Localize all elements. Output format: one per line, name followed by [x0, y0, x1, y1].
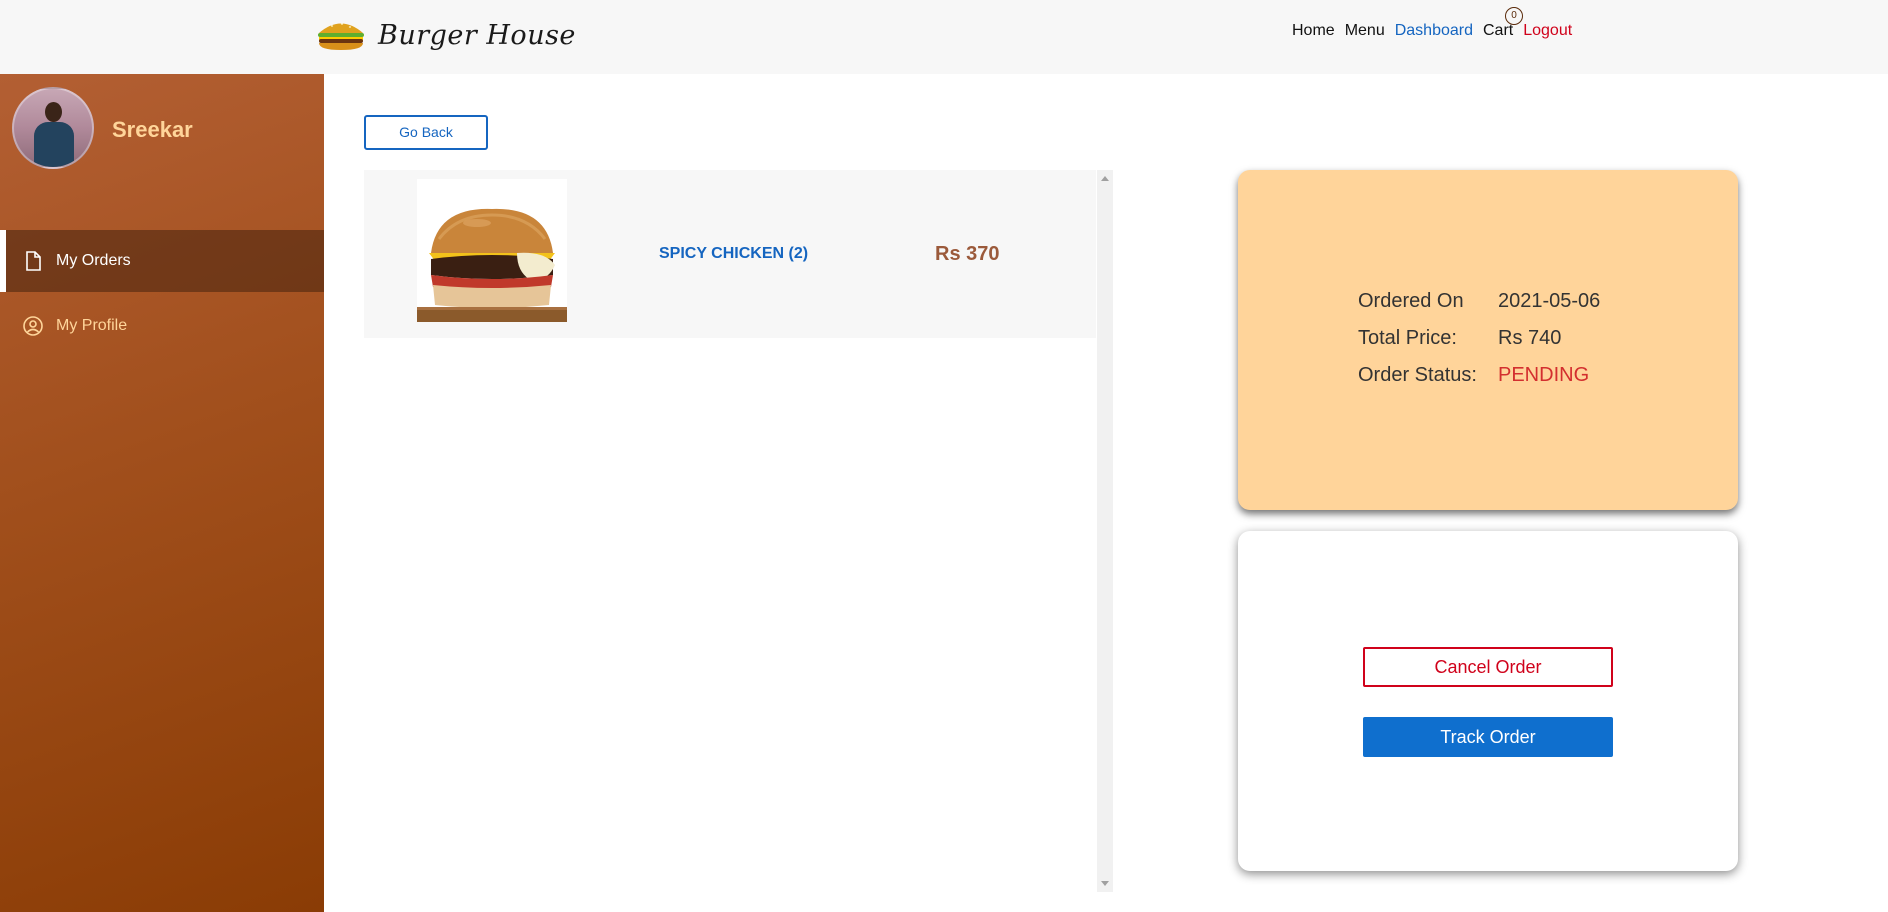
- total-price-value: Rs 740: [1498, 327, 1562, 349]
- user-circle-icon: [22, 315, 44, 337]
- nav-home[interactable]: Home: [1292, 22, 1335, 40]
- cart-count-badge: 0: [1505, 7, 1523, 25]
- cancel-order-button[interactable]: Cancel Order: [1363, 647, 1613, 687]
- ordered-on-value: 2021-05-06: [1498, 290, 1601, 312]
- nav-logout[interactable]: Logout: [1523, 22, 1572, 40]
- order-status-value: PENDING: [1498, 364, 1590, 386]
- nav-dashboard[interactable]: Dashboard: [1395, 22, 1473, 40]
- sidebar-item-label: My Profile: [56, 317, 128, 334]
- ordered-on-row: Ordered On 2021-05-06: [1358, 290, 1600, 313]
- sidebar: Sreekar My Orders My Profile: [0, 74, 324, 912]
- total-price-row: Total Price: Rs 740: [1358, 327, 1561, 350]
- order-items-panel: SPICY CHICKEN (2) Rs 370: [364, 170, 1113, 892]
- burger-image: [417, 179, 567, 322]
- sidebar-item-label: My Orders: [56, 252, 131, 269]
- ordered-on-label: Ordered On: [1358, 290, 1464, 312]
- nav-cart[interactable]: Cart 0: [1483, 7, 1523, 40]
- main-nav: Home Menu Dashboard Cart 0 Logout: [1292, 7, 1572, 40]
- order-status-label: Order Status:: [1358, 364, 1477, 386]
- nav-cart-label: Cart: [1483, 22, 1514, 39]
- track-order-button[interactable]: Track Order: [1363, 717, 1613, 757]
- burger-icon: [316, 18, 366, 52]
- order-items-list: SPICY CHICKEN (2) Rs 370: [364, 170, 1096, 892]
- sidebar-item-my-orders[interactable]: My Orders: [0, 230, 324, 292]
- brand-title: Burger House: [378, 19, 576, 51]
- user-name: Sreekar: [112, 117, 193, 142]
- order-item-name[interactable]: SPICY CHICKEN (2): [659, 245, 808, 263]
- order-actions-card: Cancel Order Track Order: [1238, 531, 1738, 871]
- scroll-up-arrow-icon[interactable]: [1101, 176, 1109, 181]
- items-scrollbar[interactable]: [1097, 170, 1113, 892]
- go-back-button[interactable]: Go Back: [364, 115, 488, 150]
- order-item-row: SPICY CHICKEN (2) Rs 370: [364, 170, 1096, 338]
- avatar: [12, 87, 94, 169]
- order-item-price: Rs 370: [935, 243, 1000, 265]
- order-summary-card: Ordered On 2021-05-06 Total Price: Rs 74…: [1238, 170, 1738, 510]
- scroll-down-arrow-icon[interactable]: [1101, 881, 1109, 886]
- document-icon: [22, 250, 44, 272]
- top-navbar: Burger House Home Menu Dashboard Cart 0 …: [0, 0, 1888, 74]
- sidebar-item-my-profile[interactable]: My Profile: [0, 295, 324, 357]
- total-price-label: Total Price:: [1358, 327, 1457, 349]
- brand[interactable]: Burger House: [316, 12, 576, 58]
- order-status-row: Order Status: PENDING: [1358, 364, 1589, 387]
- nav-menu[interactable]: Menu: [1345, 22, 1385, 40]
